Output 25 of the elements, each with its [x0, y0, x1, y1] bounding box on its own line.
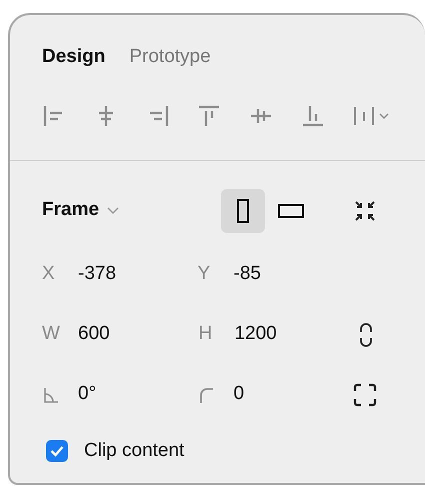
frame-dropdown[interactable]: Frame: [42, 196, 120, 225]
clip-content-checkbox[interactable]: [46, 440, 68, 462]
field-label: H: [198, 322, 214, 346]
field-label: X: [42, 262, 56, 286]
chevron-down-icon: [107, 206, 120, 214]
field-value[interactable]: 600: [78, 320, 110, 349]
portrait-toggle[interactable]: [221, 188, 265, 232]
field-value[interactable]: -378: [78, 260, 116, 289]
field-value[interactable]: 0°: [78, 380, 96, 409]
corner-radius-icon: [198, 386, 216, 404]
field-value[interactable]: 0: [234, 380, 244, 409]
field-label: Y: [198, 262, 212, 286]
collapse-icon[interactable]: [353, 198, 377, 222]
rotation-icon: [42, 386, 60, 404]
field-value[interactable]: 1200: [234, 320, 277, 349]
align-bottom-icon[interactable]: [301, 104, 326, 128]
panel-tab[interactable]: Prototype: [129, 43, 211, 72]
checkbox-label: Clip content: [84, 438, 184, 462]
panel-tab[interactable]: Design: [42, 43, 106, 72]
link-icon[interactable]: [358, 322, 374, 348]
align-top-icon[interactable]: [197, 104, 222, 128]
checkmark-icon: [50, 444, 64, 457]
field-value[interactable]: -85: [234, 260, 261, 289]
corners-icon[interactable]: [353, 382, 377, 406]
field-label: W: [42, 322, 61, 346]
